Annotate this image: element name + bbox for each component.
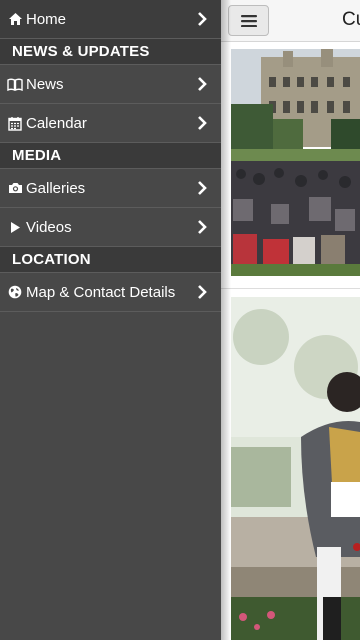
hamburger-icon <box>240 14 257 27</box>
sidebar-item-home[interactable]: Home <box>0 0 221 39</box>
sidebar-item-label: Galleries <box>26 179 86 197</box>
sidebar-item-label: Calendar <box>26 114 87 132</box>
camera-icon <box>7 180 23 196</box>
chevron-right-icon <box>198 181 207 195</box>
main-content: Cu <box>221 0 360 640</box>
sidebar-item-label: News <box>26 75 64 93</box>
sidebar-item-galleries[interactable]: Galleries <box>0 169 221 208</box>
sidebar-item-label: Videos <box>26 218 72 236</box>
sidebar-item-calendar[interactable]: Calendar <box>0 104 221 143</box>
home-icon <box>7 11 23 27</box>
photo-drum-major[interactable] <box>231 297 360 640</box>
page-title: Cu <box>342 9 360 30</box>
section-header-location: LOCATION <box>0 247 221 273</box>
sidebar-shadow <box>221 0 231 640</box>
photo-concert-crowd[interactable] <box>231 49 360 276</box>
chevron-right-icon <box>198 12 207 26</box>
divider <box>221 288 360 289</box>
chevron-right-icon <box>198 285 207 299</box>
chevron-right-icon <box>198 77 207 91</box>
globe-icon <box>7 284 23 300</box>
sidebar-item-map-contact[interactable]: Map & Contact Details <box>0 273 221 312</box>
section-header-news: NEWS & UPDATES <box>0 39 221 65</box>
book-icon <box>7 76 23 92</box>
sidebar-item-label: Home <box>26 10 67 28</box>
sidebar: Home NEWS & UPDATES News Calendar MEDIA … <box>0 0 221 640</box>
chevron-right-icon <box>198 116 207 130</box>
chevron-right-icon <box>198 220 207 234</box>
sidebar-item-label: Map & Contact Details <box>26 283 176 301</box>
sidebar-item-news[interactable]: News <box>0 65 221 104</box>
play-icon <box>7 219 23 235</box>
section-header-media: MEDIA <box>0 143 221 169</box>
menu-toggle-button[interactable] <box>228 5 269 36</box>
sidebar-item-videos[interactable]: Videos <box>0 208 221 247</box>
top-bar: Cu <box>221 0 360 42</box>
calendar-icon <box>7 115 23 131</box>
